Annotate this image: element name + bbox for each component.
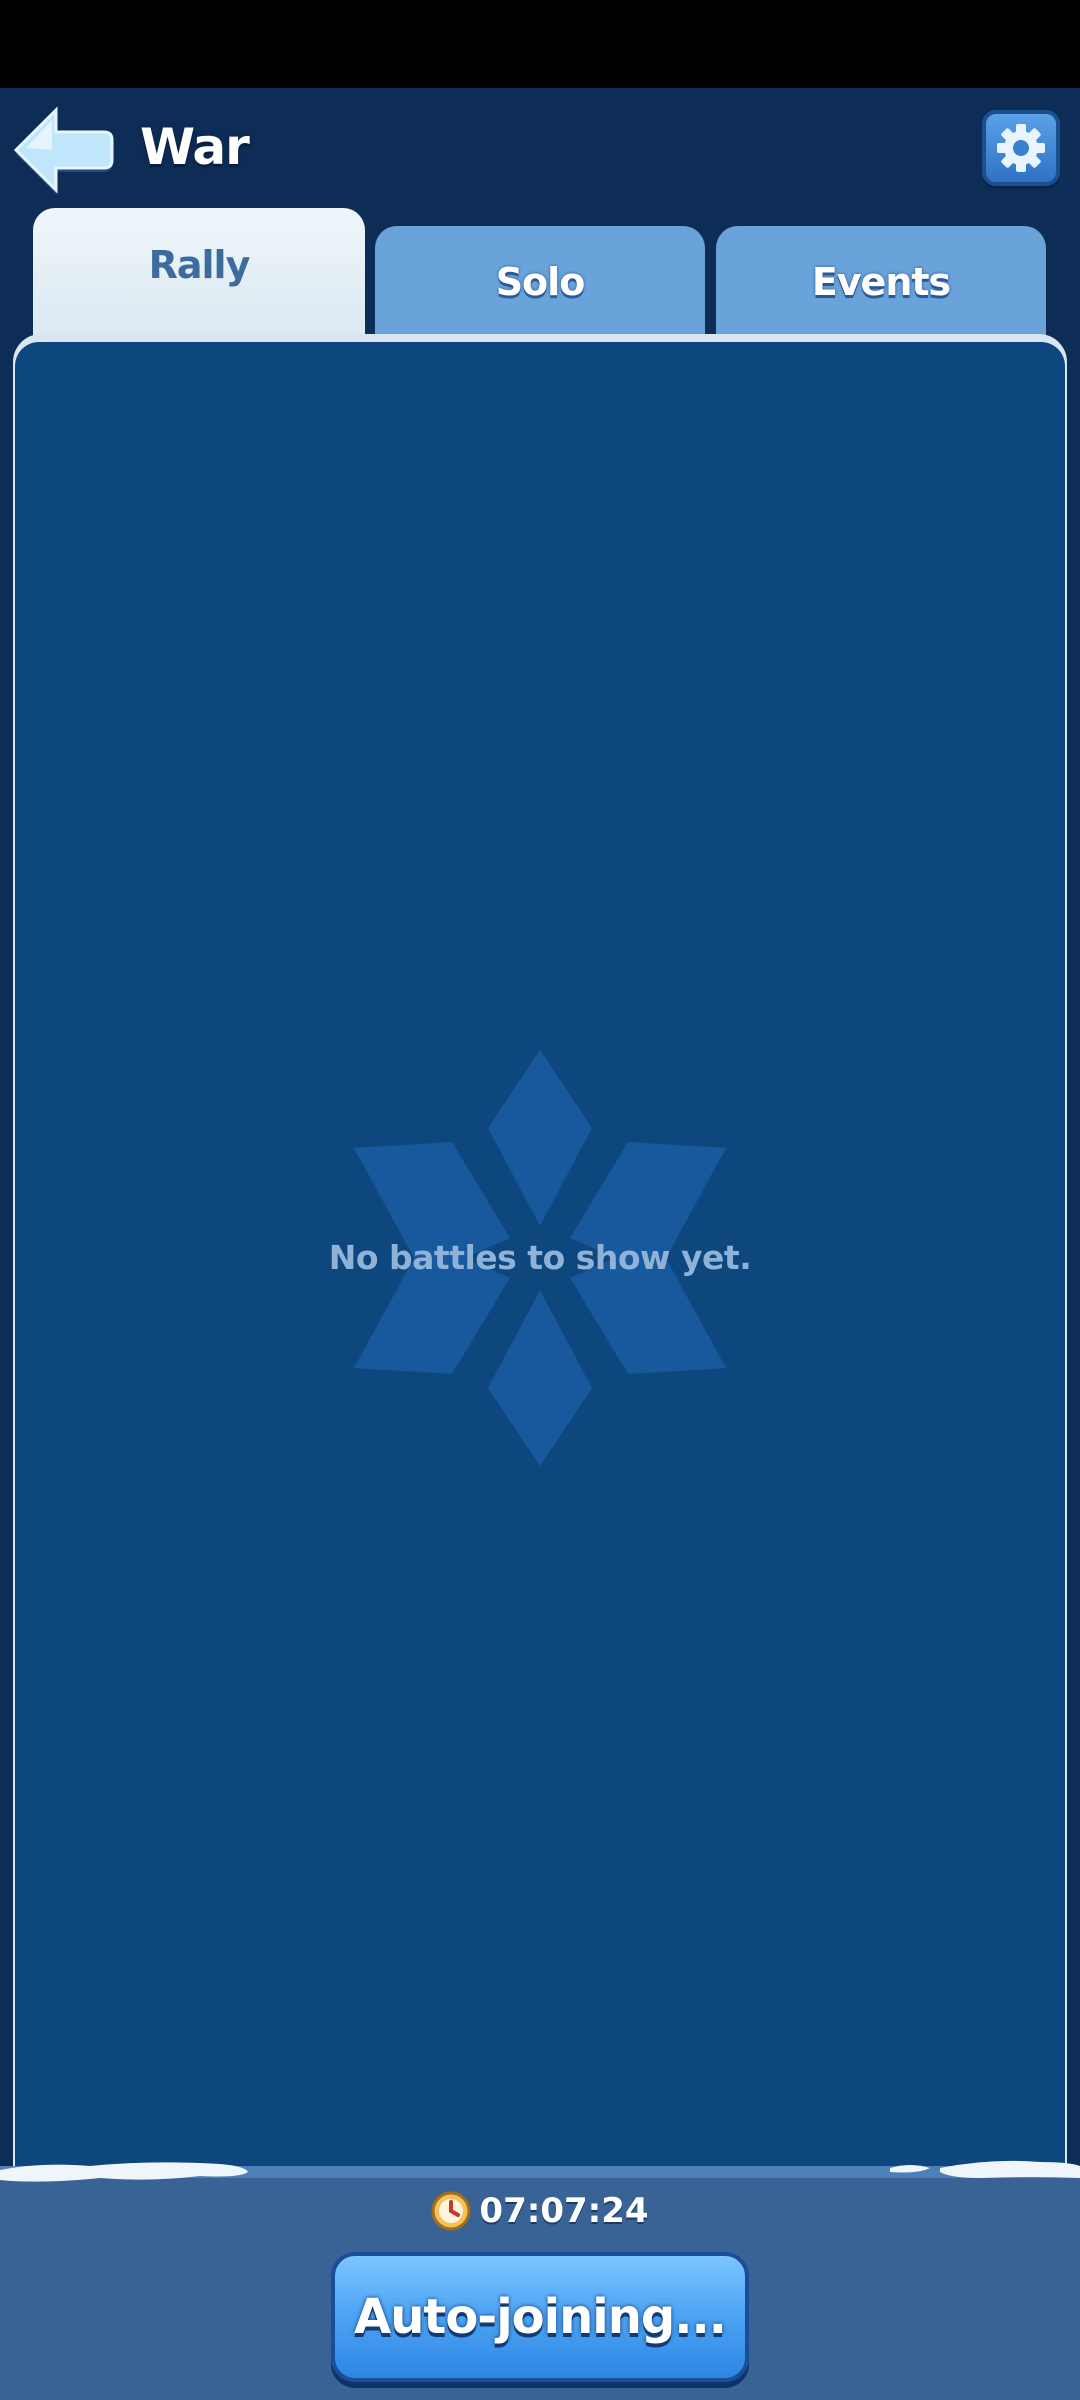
timer-value: 07:07:24 xyxy=(479,2191,649,2231)
gear-icon xyxy=(997,124,1045,172)
settings-button[interactable] xyxy=(982,110,1060,186)
tab-events[interactable]: Events xyxy=(716,226,1046,338)
snow-decoration xyxy=(0,2160,1080,2182)
empty-state-message: No battles to show yet. xyxy=(328,1238,752,1277)
tab-rally-label: Rally xyxy=(148,243,251,287)
auto-joining-button[interactable]: Auto-joining... xyxy=(331,2252,749,2382)
tab-solo[interactable]: Solo xyxy=(375,226,705,338)
status-bar xyxy=(0,0,1080,88)
tab-rally[interactable]: Rally xyxy=(33,208,365,338)
tab-events-label: Events xyxy=(811,260,951,304)
page-title: War xyxy=(140,118,250,176)
timer: 07:07:24 xyxy=(0,2186,1080,2236)
back-arrow-icon xyxy=(13,106,114,194)
tab-solo-label: Solo xyxy=(495,260,586,304)
back-button[interactable] xyxy=(12,106,116,194)
auto-joining-label: Auto-joining... xyxy=(354,2289,727,2345)
clock-icon xyxy=(431,2191,471,2231)
war-screen: War Rally Solo Events No battles to show… xyxy=(0,88,1080,2400)
